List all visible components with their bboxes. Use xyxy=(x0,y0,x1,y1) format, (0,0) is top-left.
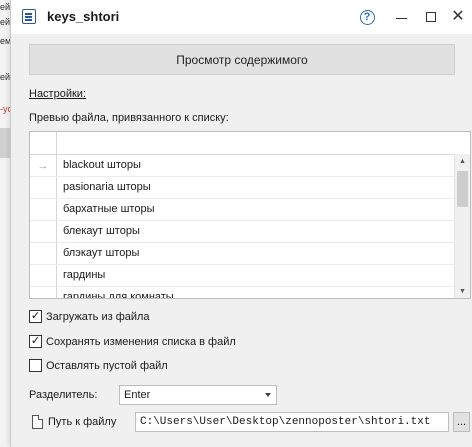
table-cell[interactable]: pasionaria шторы xyxy=(63,177,151,198)
row-header xyxy=(30,243,57,264)
keep-empty-file-option[interactable]: Оставлять пустой файл xyxy=(29,359,168,372)
load-from-file-checkbox[interactable]: ✓ xyxy=(29,310,42,323)
load-from-file-option[interactable]: ✓ Загружать из файла xyxy=(29,310,150,323)
window-title: keys_shtori xyxy=(47,9,120,24)
preview-label: Превью файла, привязанного к списку: xyxy=(29,112,229,124)
row-header xyxy=(30,221,57,242)
file-icon xyxy=(32,415,43,429)
table-cell[interactable]: blackout шторы xyxy=(63,155,141,176)
row-header xyxy=(30,199,57,220)
chevron-down-icon xyxy=(265,393,271,397)
table-cell[interactable]: гардины для комнаты xyxy=(63,287,174,298)
title-bar[interactable]: keys_shtori ? ✕ xyxy=(11,0,472,34)
table-cell[interactable]: гардины xyxy=(63,265,105,286)
grid-header xyxy=(30,132,470,155)
separator-select[interactable]: Enter xyxy=(119,385,277,405)
row-header xyxy=(30,265,57,286)
table-row[interactable]: pasionaria шторы xyxy=(30,177,455,199)
table-row[interactable]: гардины xyxy=(30,265,455,287)
table-cell[interactable]: блекаут шторы xyxy=(63,221,140,242)
scrollbar-thumb[interactable] xyxy=(457,171,468,207)
close-button[interactable]: ✕ xyxy=(447,6,469,28)
close-icon: ✕ xyxy=(451,8,465,25)
table-row[interactable]: блекаут шторы xyxy=(30,221,455,243)
maximize-icon xyxy=(426,12,436,22)
current-row-arrow-icon: → xyxy=(30,155,57,176)
file-path-label: Путь к файлу xyxy=(48,416,117,428)
row-header xyxy=(30,287,57,298)
file-path-field[interactable]: C:\Users\User\Desktop\zennoposter\shtori… xyxy=(135,412,449,432)
table-row[interactable]: блэкаут шторы xyxy=(30,243,455,265)
row-header xyxy=(30,177,57,198)
help-icon: ? xyxy=(359,9,375,25)
list-window-icon xyxy=(22,9,36,24)
separator-label: Разделитель: xyxy=(29,389,98,401)
separator-value: Enter xyxy=(124,389,151,401)
load-from-file-label: Загружать из файла xyxy=(46,310,150,323)
minimize-icon xyxy=(395,17,407,19)
table-cell[interactable]: бархатные шторы xyxy=(63,199,155,220)
list-settings-dialog: keys_shtori ? ✕ Просмотр содержимого Нас… xyxy=(10,0,472,447)
scroll-up-icon[interactable]: ▲ xyxy=(455,154,470,168)
help-button[interactable]: ? xyxy=(356,6,378,28)
save-changes-label: Сохранять изменения списка в файл xyxy=(46,335,236,348)
keep-empty-file-label: Оставлять пустой файл xyxy=(46,359,168,372)
save-changes-checkbox[interactable]: ✓ xyxy=(29,335,42,348)
table-cell[interactable]: блэкаут шторы xyxy=(63,243,139,264)
table-row[interactable]: бархатные шторы xyxy=(30,199,455,221)
table-row[interactable]: → blackout шторы xyxy=(30,155,455,177)
scroll-down-icon[interactable]: ▼ xyxy=(455,284,470,298)
keep-empty-file-checkbox[interactable] xyxy=(29,359,42,372)
minimize-button[interactable] xyxy=(390,6,412,28)
view-contents-button[interactable]: Просмотр содержимого xyxy=(29,44,455,75)
settings-link[interactable]: Настройки: xyxy=(29,88,86,100)
save-changes-option[interactable]: ✓ Сохранять изменения списка в файл xyxy=(29,335,236,348)
preview-grid[interactable]: → blackout шторы pasionaria шторы бархат… xyxy=(29,131,471,299)
vertical-scrollbar[interactable]: ▲ ▼ xyxy=(454,154,470,298)
maximize-button[interactable] xyxy=(420,6,442,28)
table-row[interactable]: гардины для комнаты xyxy=(30,287,455,298)
browse-button[interactable]: ... xyxy=(453,412,470,432)
grid-corner-cell xyxy=(30,132,57,154)
grid-rows: → blackout шторы pasionaria шторы бархат… xyxy=(30,155,455,298)
